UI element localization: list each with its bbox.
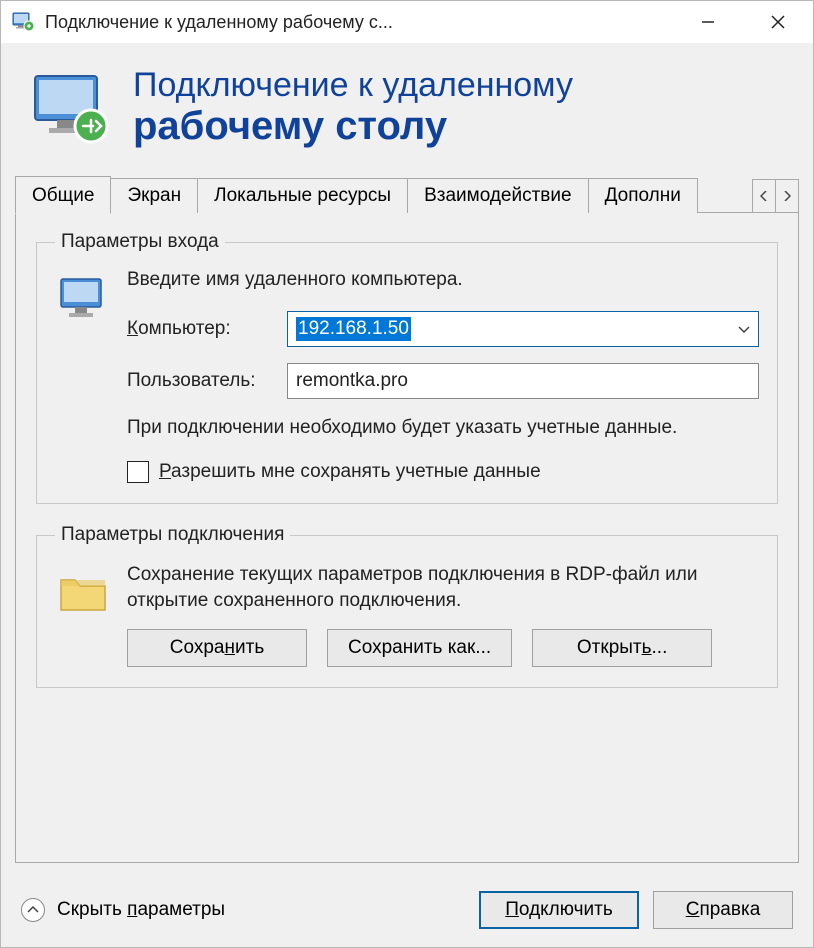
login-settings-group: Параметры входа Введите имя удаленного к… [36, 231, 778, 504]
connect-button[interactable]: Подключить [479, 891, 639, 929]
tab-scroll-left[interactable] [752, 179, 776, 213]
login-instruction: Введите имя удаленного компьютера. [127, 269, 759, 291]
user-field[interactable] [287, 363, 759, 399]
app-icon [11, 10, 35, 34]
computer-icon [55, 271, 111, 327]
user-label: Пользователь: [127, 370, 287, 392]
titlebar: Подключение к удаленному рабочему с... [1, 1, 813, 43]
close-button[interactable] [743, 1, 813, 43]
allow-save-label: Разрешить мне сохранять учетные данные [159, 461, 541, 483]
rdp-window: Подключение к удаленному рабочему с... П… [0, 0, 814, 948]
footer: Скрыть параметры Подключить Справка [1, 877, 813, 947]
computer-combo[interactable]: 192.168.1.50 [287, 311, 759, 347]
tab-experience[interactable]: Взаимодействие [407, 178, 589, 213]
help-button[interactable]: Справка [653, 891, 793, 929]
header-line1: Подключение к удаленному [133, 67, 573, 104]
save-as-button[interactable]: Сохранить как... [327, 629, 512, 667]
rdp-hero-icon [29, 70, 115, 146]
computer-value: 192.168.1.50 [296, 317, 411, 341]
connection-settings-legend: Параметры подключения [55, 524, 290, 546]
connection-description: Сохранение текущих параметров подключени… [127, 562, 759, 613]
window-title: Подключение к удаленному рабочему с... [45, 12, 673, 33]
tab-local-resources[interactable]: Локальные ресурсы [197, 178, 408, 213]
folder-icon [55, 564, 111, 620]
header-line2: рабочему столу [133, 104, 573, 148]
tab-general[interactable]: Общие [15, 176, 111, 214]
collapse-icon[interactable] [21, 898, 45, 922]
credentials-note: При подключении необходимо будет указать… [127, 415, 759, 441]
header: Подключение к удаленному рабочему столу [1, 43, 813, 176]
login-settings-legend: Параметры входа [55, 231, 225, 253]
minimize-button[interactable] [673, 1, 743, 43]
tab-strip: Общие Экран Локальные ресурсы Взаимодейс… [1, 176, 813, 213]
connection-settings-group: Параметры подключения Сохранение текущих… [36, 524, 778, 688]
tab-display[interactable]: Экран [110, 178, 198, 213]
chevron-down-icon [738, 321, 750, 337]
open-button[interactable]: Открыть... [532, 629, 712, 667]
computer-label: Компьютер: [127, 318, 287, 340]
tab-scroll-right[interactable] [775, 179, 799, 213]
save-button[interactable]: Сохранить [127, 629, 307, 667]
tab-advanced[interactable]: Дополни [588, 178, 698, 213]
allow-save-checkbox[interactable] [127, 461, 149, 483]
tab-panel-general: Параметры входа Введите имя удаленного к… [15, 212, 799, 863]
hide-options-link[interactable]: Скрыть параметры [57, 899, 225, 921]
